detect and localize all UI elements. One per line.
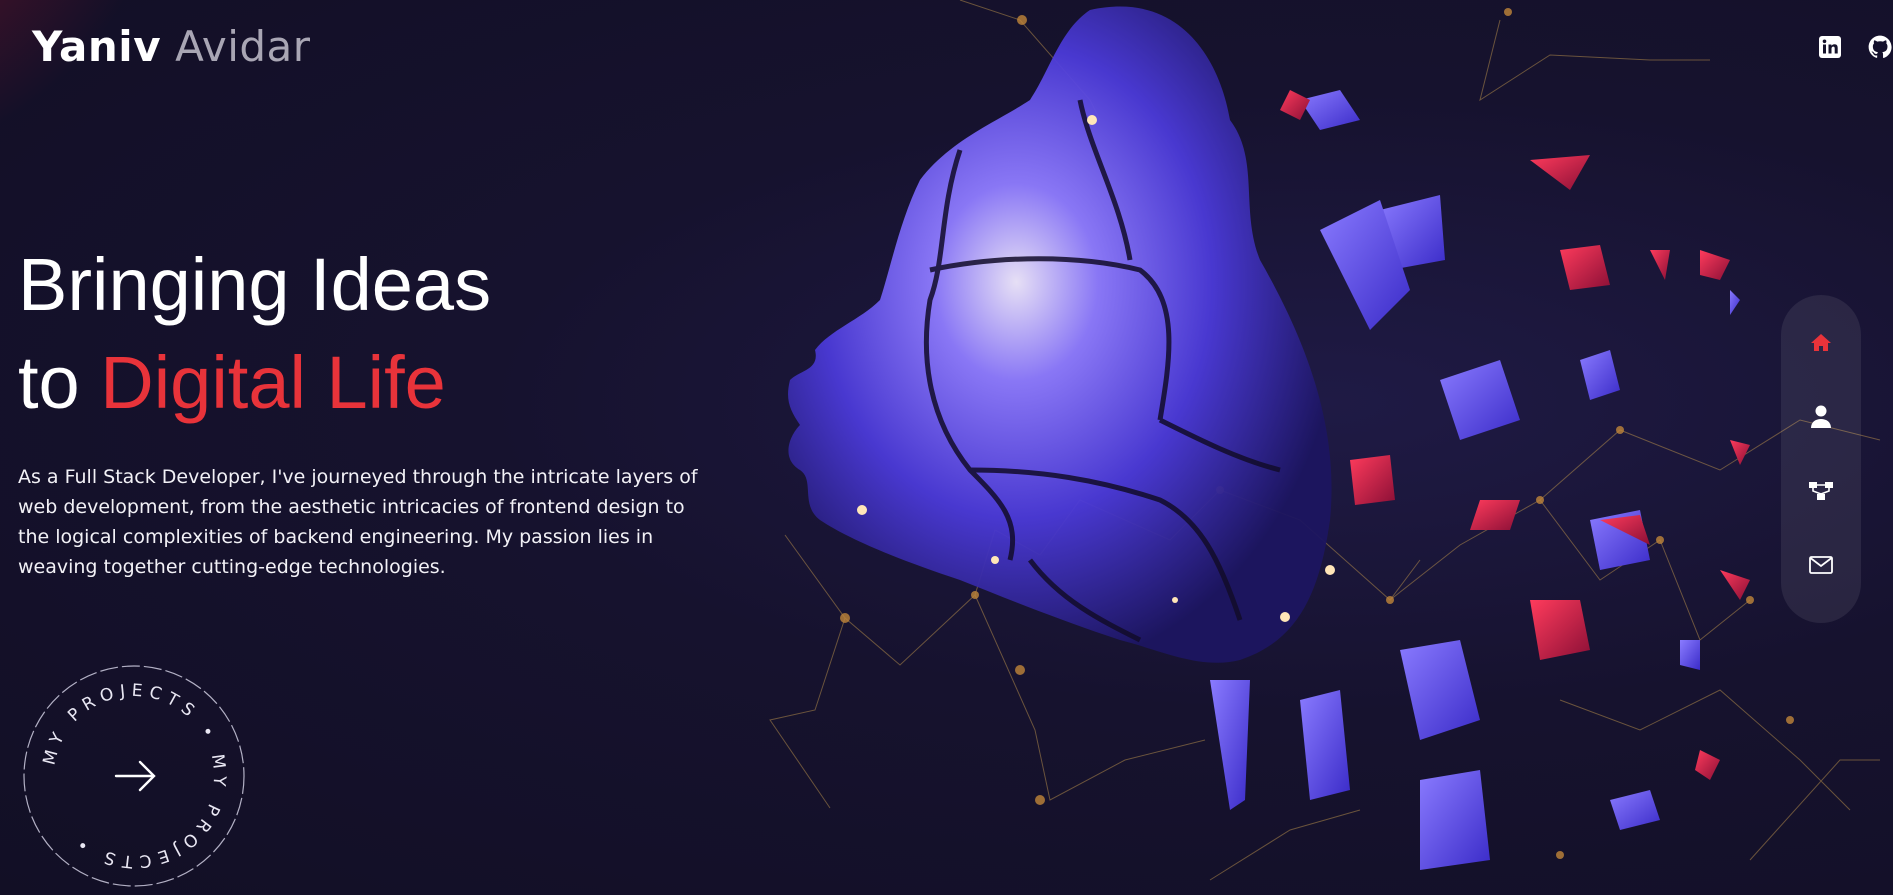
- arrow-right-icon: [114, 760, 156, 792]
- site-logo[interactable]: Yaniv Avidar: [32, 22, 311, 71]
- nav-home[interactable]: [1803, 325, 1839, 361]
- sitemap-icon: [1809, 482, 1833, 500]
- nav-projects[interactable]: [1803, 473, 1839, 509]
- nav-about[interactable]: [1803, 399, 1839, 435]
- social-links: [1817, 34, 1893, 60]
- github-icon[interactable]: [1867, 34, 1893, 60]
- headline-line1: Bringing Ideas: [18, 243, 492, 326]
- hero-artwork: [0, 0, 1881, 881]
- hero-headline: Bringing Ideas to Digital Life: [18, 236, 491, 432]
- headline-accent: Digital Life: [100, 341, 446, 424]
- linkedin-icon[interactable]: [1817, 34, 1843, 60]
- logo-last-name: Avidar: [175, 22, 311, 71]
- headline-line2-prefix: to: [18, 341, 101, 424]
- landing-page: Yaniv Avidar Bringing Ideas to Digital Li…: [0, 0, 1893, 895]
- my-projects-button[interactable]: MY PROJECTS • MY PROJECTS •: [18, 660, 250, 892]
- logo-first-name: Yaniv: [32, 22, 162, 71]
- side-navigation: [1781, 295, 1861, 623]
- user-icon: [1811, 405, 1831, 428]
- home-icon: [1811, 334, 1831, 351]
- mail-icon: [1809, 556, 1833, 574]
- nav-contact[interactable]: [1803, 547, 1839, 583]
- hero-intro: As a Full Stack Developer, I've journeye…: [18, 466, 698, 578]
